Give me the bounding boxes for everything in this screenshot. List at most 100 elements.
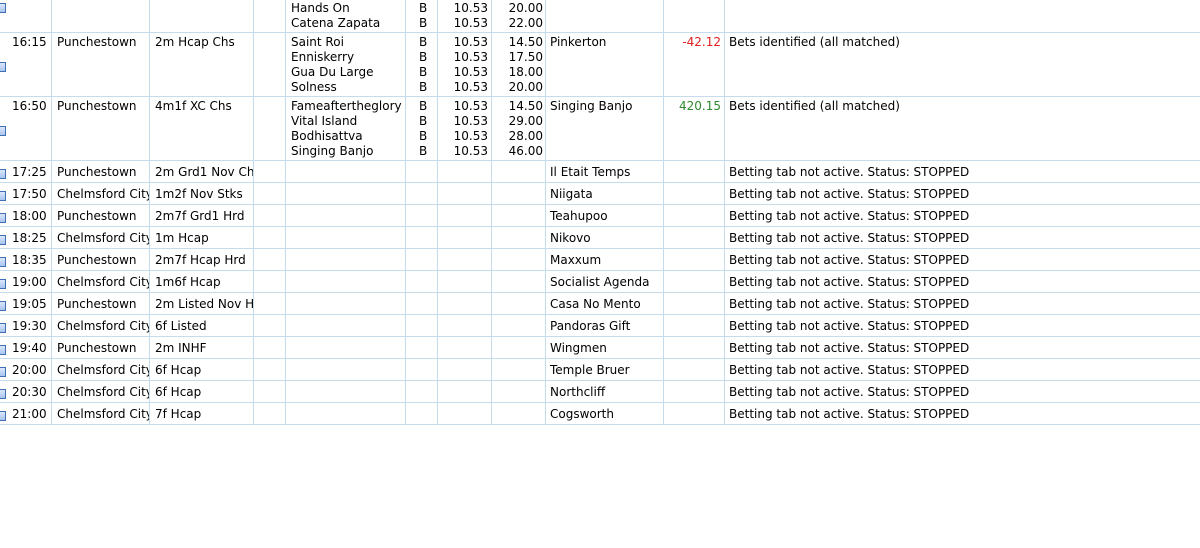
row-select-cell[interactable] xyxy=(0,249,8,270)
race-type: 6f Hcap xyxy=(155,385,202,399)
runners-cell xyxy=(286,359,406,380)
row-select-cell[interactable] xyxy=(0,183,8,204)
row-select-cell[interactable] xyxy=(0,97,8,160)
row-select-checkbox[interactable] xyxy=(0,367,6,377)
row-select-cell[interactable] xyxy=(0,33,8,96)
odds-value: 10.53 xyxy=(453,65,488,79)
profit-loss-value xyxy=(664,187,721,202)
race-type-cell: 1m6f Hcap xyxy=(150,271,254,292)
race-time: 17:50 xyxy=(12,187,47,201)
row-select-checkbox[interactable] xyxy=(0,257,6,267)
selection-name: Northcliff xyxy=(550,385,606,399)
row-select-cell[interactable] xyxy=(0,227,8,248)
table-row[interactable]: 17:25 Punchestown 2m Grd1 Nov Chs Il Etait … xyxy=(0,161,1200,183)
status-text: Bets identified (all matched) xyxy=(729,35,900,49)
row-select-cell[interactable] xyxy=(0,0,8,32)
row-select-checkbox[interactable] xyxy=(0,62,6,72)
stake-value: 14.50 xyxy=(508,35,543,49)
bet-type-cell xyxy=(406,337,438,358)
profit-loss-value xyxy=(664,1,721,16)
row-select-checkbox[interactable] xyxy=(0,323,6,333)
table-row[interactable]: 19:00 Chelmsford City 1m6f Hcap Socialist A… xyxy=(0,271,1200,293)
profit-loss-value: 420.15 xyxy=(679,99,721,113)
row-select-cell[interactable] xyxy=(0,293,8,314)
selection-cell: Socialist Agenda xyxy=(546,271,664,292)
course-cell: Chelmsford City xyxy=(52,315,150,336)
table-row[interactable]: 21:00 Chelmsford City 7f Hcap Cogsworth Bett… xyxy=(0,403,1200,425)
row-select-checkbox[interactable] xyxy=(0,126,6,136)
stake-cell xyxy=(492,293,546,314)
row-select-checkbox[interactable] xyxy=(0,191,6,201)
row-select-checkbox[interactable] xyxy=(0,3,6,13)
bet-type: B xyxy=(419,65,428,79)
selection-cell: Northcliff xyxy=(546,381,664,402)
race-type: 2m7f Hcap Hrd xyxy=(155,253,246,267)
row-select-checkbox[interactable] xyxy=(0,279,6,289)
odds-cell: 10.53 10.53 xyxy=(438,0,492,32)
table-row[interactable]: 20:00 Chelmsford City 6f Hcap Temple Bruer B… xyxy=(0,359,1200,381)
row-select-checkbox[interactable] xyxy=(0,235,6,245)
stake-cell xyxy=(492,271,546,292)
race-type: 2m Hcap Chs xyxy=(155,35,235,49)
row-select-checkbox[interactable] xyxy=(0,169,6,179)
profit-loss-value xyxy=(664,275,721,290)
profit-loss-cell xyxy=(664,249,725,270)
table-row[interactable]: 16:15 Punchestown 2m Hcap Chs Saint Roi Enni… xyxy=(0,33,1200,97)
table-row[interactable]: Hands On Catena Zapata B B 10.53 10.53 20.00 22… xyxy=(0,0,1200,33)
table-row[interactable]: 17:50 Chelmsford City 1m2f Nov Stks Niigata… xyxy=(0,183,1200,205)
empty-cell xyxy=(254,227,286,248)
course-name: Punchestown xyxy=(57,297,137,311)
row-select-cell[interactable] xyxy=(0,337,8,358)
row-select-cell[interactable] xyxy=(0,161,8,182)
status-text: Betting tab not active. Status: STOPPED xyxy=(729,341,970,355)
odds-cell xyxy=(438,381,492,402)
stake-cell xyxy=(492,315,546,336)
row-select-cell[interactable] xyxy=(0,359,8,380)
profit-loss-cell xyxy=(664,381,725,402)
race-type-cell: 2m Listed Nov H... xyxy=(150,293,254,314)
bet-type-cell xyxy=(406,271,438,292)
row-select-checkbox[interactable] xyxy=(0,411,6,421)
table-row[interactable]: 19:30 Chelmsford City 6f Listed Pandoras Gi… xyxy=(0,315,1200,337)
selection-name: Temple Bruer xyxy=(550,363,630,377)
stake-value: 17.50 xyxy=(508,50,543,64)
table-row[interactable]: 18:25 Chelmsford City 1m Hcap Nikovo Betting… xyxy=(0,227,1200,249)
table-row[interactable]: 18:00 Punchestown 2m7f Grd1 Hrd Teahupoo Bet… xyxy=(0,205,1200,227)
odds-cell xyxy=(438,161,492,182)
table-row[interactable]: 16:50 Punchestown 4m1f XC Chs Fameaftertheg… xyxy=(0,97,1200,161)
course-cell: Punchestown xyxy=(52,33,150,96)
race-time: 19:40 xyxy=(12,341,47,355)
selection-cell: Maxxum xyxy=(546,249,664,270)
row-select-cell[interactable] xyxy=(0,271,8,292)
course-cell: Punchestown xyxy=(52,161,150,182)
row-select-checkbox[interactable] xyxy=(0,345,6,355)
row-select-cell[interactable] xyxy=(0,381,8,402)
table-row[interactable]: 19:05 Punchestown 2m Listed Nov H... Casa N… xyxy=(0,293,1200,315)
course-name: Punchestown xyxy=(57,99,137,113)
bet-type-cell xyxy=(406,381,438,402)
race-type: 6f Listed xyxy=(155,319,207,333)
status-text: Betting tab not active. Status: STOPPED xyxy=(729,209,970,223)
odds-value: 10.53 xyxy=(453,144,488,158)
status-text: Betting tab not active. Status: STOPPED xyxy=(729,297,970,311)
row-select-cell[interactable] xyxy=(0,205,8,226)
race-time: 19:30 xyxy=(12,319,47,333)
table-row[interactable]: 18:35 Punchestown 2m7f Hcap Hrd Maxxum Betti… xyxy=(0,249,1200,271)
row-select-cell[interactable] xyxy=(0,315,8,336)
race-type-cell: 2m7f Grd1 Hrd xyxy=(150,205,254,226)
row-select-cell[interactable] xyxy=(0,403,8,424)
profit-loss-cell xyxy=(664,271,725,292)
stake-cell xyxy=(492,183,546,204)
row-select-checkbox[interactable] xyxy=(0,301,6,311)
row-select-checkbox[interactable] xyxy=(0,213,6,223)
selection-name: Cogsworth xyxy=(550,407,614,421)
profit-loss-value xyxy=(664,319,721,334)
table-row[interactable]: 20:30 Chelmsford City 6f Hcap Northcliff Bet… xyxy=(0,381,1200,403)
runners-cell xyxy=(286,403,406,424)
course-cell: Chelmsford City xyxy=(52,227,150,248)
row-select-checkbox[interactable] xyxy=(0,389,6,399)
status-text xyxy=(729,1,1200,16)
selection-cell: Temple Bruer xyxy=(546,359,664,380)
stake-cell xyxy=(492,161,546,182)
table-row[interactable]: 19:40 Punchestown 2m INHF Wingmen Betting ta… xyxy=(0,337,1200,359)
